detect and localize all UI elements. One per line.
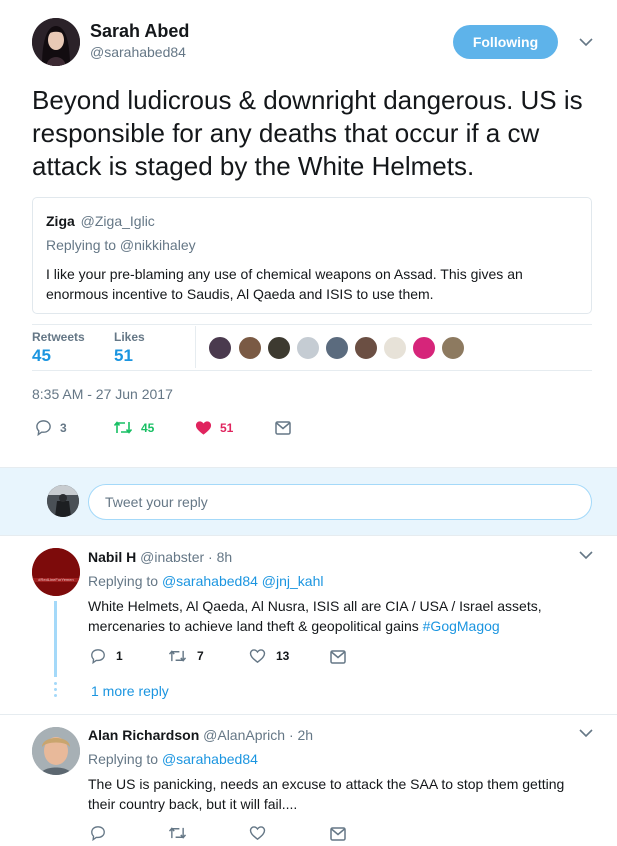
retweet-icon <box>168 650 187 662</box>
likes-label[interactable]: Likes <box>114 330 145 344</box>
quote-author: Ziga @Ziga_Iglic <box>46 213 155 229</box>
replying-to-users[interactable]: @sarahabed84 @jnj_kahl <box>162 573 324 589</box>
stats-divider <box>195 326 196 368</box>
message-icon <box>330 827 346 841</box>
liker-avatar[interactable] <box>354 336 378 360</box>
reply-icon <box>36 420 51 436</box>
likes-count[interactable]: 51 <box>114 346 133 366</box>
quoted-tweet[interactable]: Ziga @Ziga_Iglic Replying to @nikkihaley… <box>32 197 592 314</box>
current-user-avatar <box>47 485 79 517</box>
reply-replying-to: Replying to @sarahabed84 <box>88 751 258 767</box>
replying-prefix: Replying to <box>88 573 159 589</box>
retweet-icon <box>168 827 187 839</box>
liker-avatar[interactable] <box>238 336 262 360</box>
retweet-action[interactable] <box>168 825 187 841</box>
retweets-label[interactable]: Retweets <box>32 330 85 344</box>
reply-author-name: Nabil H <box>88 549 137 565</box>
retweet-action[interactable]: 45 <box>113 419 154 436</box>
quote-author-name: Ziga <box>46 213 75 229</box>
hashtag-link[interactable]: #GogMagog <box>423 618 500 634</box>
following-button[interactable]: Following <box>453 25 558 59</box>
thread-dot <box>54 682 57 685</box>
thread-line <box>54 601 57 677</box>
reply-author[interactable]: Alan Richardson @AlanAprich · 2h <box>88 727 313 743</box>
author-handle[interactable]: @sarahabed84 <box>90 44 186 60</box>
reply-action[interactable] <box>90 825 106 841</box>
retweet-count: 45 <box>141 420 155 435</box>
retweets-count[interactable]: 45 <box>32 346 51 366</box>
liker-avatar[interactable] <box>296 336 320 360</box>
reply-text: The US is panicking, needs an excuse to … <box>88 776 565 812</box>
tweet-text: Beyond ludicrous & downright dangerous. … <box>32 85 583 181</box>
reply-count: 1 <box>116 649 123 663</box>
message-icon <box>275 421 291 435</box>
reply-composer: Tweet your reply <box>0 467 617 536</box>
tweet-timestamp[interactable]: 8:35 AM - 27 Jun 2017 <box>32 386 173 402</box>
reply-avatar[interactable]: #RedLineForYemen <box>32 548 80 596</box>
liker-avatar[interactable] <box>412 336 436 360</box>
reply-icon <box>91 826 105 841</box>
reply-avatar[interactable] <box>32 727 80 775</box>
quote-author-handle: @Ziga_Iglic <box>80 213 155 229</box>
direct-message-action[interactable] <box>275 421 291 435</box>
reply-count: 3 <box>60 420 67 435</box>
tweet-reply-input[interactable]: Tweet your reply <box>88 484 592 520</box>
replying-prefix: Replying to <box>88 751 159 767</box>
more-replies-link[interactable]: 1 more reply <box>91 683 169 699</box>
reply-author-handle: @inabster <box>140 549 205 565</box>
svg-text:#RedLineForYemen: #RedLineForYemen <box>38 577 73 582</box>
retweet-action[interactable]: 7 <box>168 648 204 664</box>
replying-to-users[interactable]: @sarahabed84 <box>162 751 258 767</box>
message-icon <box>330 650 346 664</box>
liker-avatar[interactable] <box>325 336 349 360</box>
heart-icon <box>249 649 266 664</box>
liker-avatar[interactable] <box>267 336 291 360</box>
like-action[interactable] <box>249 825 266 841</box>
chevron-down-icon[interactable] <box>579 551 593 560</box>
thread-dot <box>54 688 57 691</box>
retweet-icon <box>113 421 133 434</box>
chevron-down-icon[interactable] <box>579 38 593 47</box>
thread-dot <box>54 694 57 697</box>
like-action[interactable]: 13 <box>249 648 289 664</box>
retweet-count: 7 <box>197 649 204 663</box>
author-name[interactable]: Sarah Abed <box>90 21 189 42</box>
reply-time: · 8h <box>208 549 233 565</box>
reply-author-name: Alan Richardson <box>88 727 200 743</box>
heart-icon <box>249 826 266 841</box>
reply-author-handle: @AlanAprich <box>203 727 286 743</box>
like-action[interactable]: 51 <box>195 420 233 436</box>
heart-icon <box>195 421 212 435</box>
reply-action[interactable]: 3 <box>35 419 67 436</box>
quote-replying-to: Replying to @nikkihaley <box>46 237 196 253</box>
like-count: 51 <box>220 421 234 435</box>
liker-avatar[interactable] <box>441 336 465 360</box>
reply-replying-to: Replying to @sarahabed84 @jnj_kahl <box>88 573 323 589</box>
direct-message-action[interactable] <box>330 650 346 664</box>
reply-icon <box>91 649 105 664</box>
reply-time: · 2h <box>288 727 314 743</box>
quote-text: I like your pre-blaming any use of chemi… <box>46 266 523 302</box>
reply-author[interactable]: Nabil H @inabster · 8h <box>88 549 232 565</box>
chevron-down-icon[interactable] <box>579 729 593 738</box>
divider <box>32 324 592 325</box>
divider <box>32 370 592 371</box>
like-count: 13 <box>276 649 290 663</box>
reply-action[interactable]: 1 <box>90 648 123 664</box>
reply-text: White Helmets, Al Qaeda, Al Nusra, ISIS … <box>88 596 588 636</box>
liker-avatar[interactable] <box>383 336 407 360</box>
liker-avatar[interactable] <box>208 336 232 360</box>
divider <box>0 714 617 715</box>
author-avatar[interactable] <box>32 18 80 66</box>
direct-message-action[interactable] <box>330 827 346 841</box>
